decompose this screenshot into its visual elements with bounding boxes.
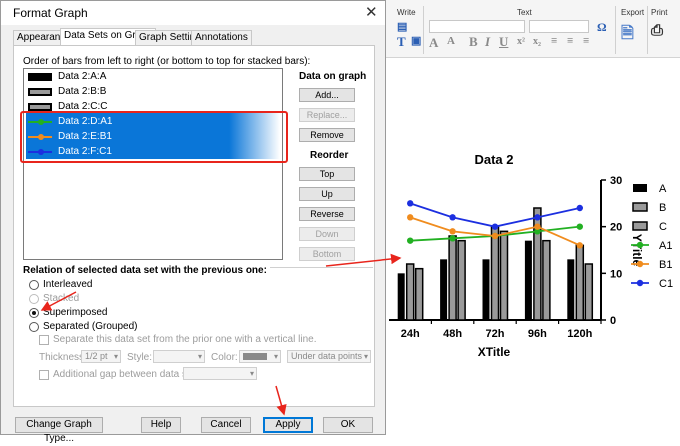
arrow-to-apply (275, 385, 287, 416)
arrow-to-chart (325, 253, 402, 267)
annotation-arrows (40, 253, 402, 416)
arrow-to-superimposed (40, 291, 77, 311)
